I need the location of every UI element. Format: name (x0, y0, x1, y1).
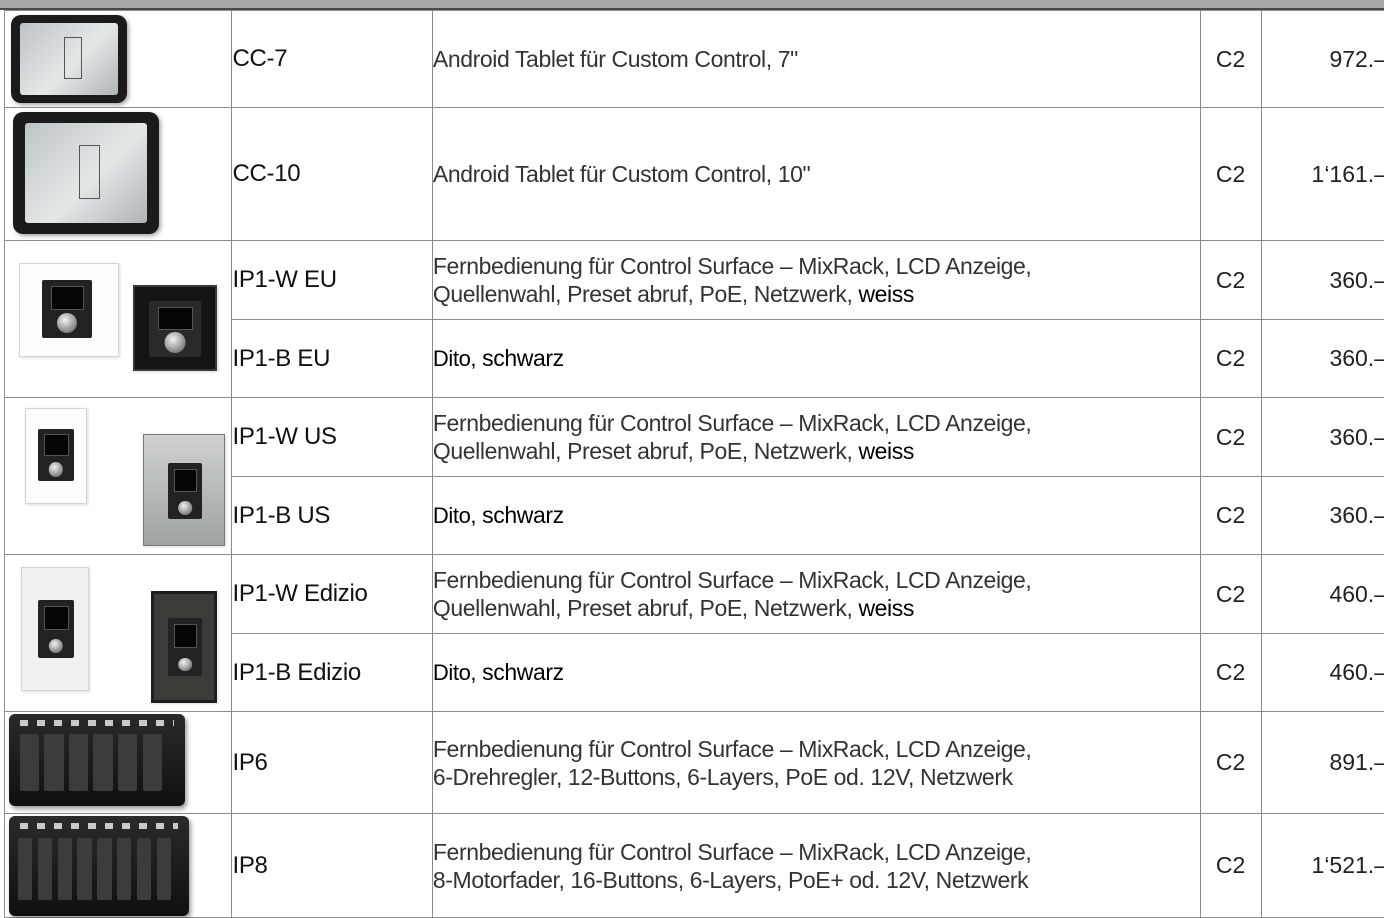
ip8-console-image (9, 816, 189, 916)
white-panel-image (19, 263, 119, 357)
product-image-cell (5, 814, 232, 918)
description-line: Quellenwahl, Preset abruf, PoE, Netzwerk… (433, 438, 853, 464)
dito-label: Dito, (433, 660, 476, 685)
silver-us-panel-image (143, 434, 225, 546)
table-row: IP8 Fernbedienung für Control Surface – … (5, 814, 1384, 918)
price: 460.– (1261, 555, 1384, 634)
white-us-panel-image (25, 408, 87, 504)
price-category: C2 (1200, 320, 1261, 398)
product-code: IP1-B EU (232, 320, 432, 398)
table-row: IP6 Fernbedienung für Control Surface – … (5, 712, 1384, 814)
color-variant: schwarz (482, 502, 564, 528)
product-image-cell (5, 11, 232, 108)
product-image-cell (5, 398, 232, 555)
product-code: IP8 (232, 814, 432, 918)
white-edizio-panel-image (21, 567, 89, 691)
table-row: CC-7 Android Tablet für Custom Control, … (5, 11, 1384, 108)
price-category: C2 (1200, 398, 1261, 477)
product-description: Fernbedienung für Control Surface – MixR… (432, 398, 1200, 477)
product-code: IP1-B US (232, 477, 432, 555)
price: 1‘161.– (1261, 108, 1384, 241)
product-description: Fernbedienung für Control Surface – MixR… (432, 814, 1200, 918)
price-category: C2 (1200, 555, 1261, 634)
table-row: CC-10 Android Tablet für Custom Control,… (5, 108, 1384, 241)
color-variant: weiss (858, 438, 914, 464)
product-image-cell (5, 555, 232, 712)
ip6-console-image (9, 714, 185, 806)
product-description: Android Tablet für Custom Control, 7" (432, 11, 1200, 108)
table-row: IP1-W Edizio Fernbedienung für Control S… (5, 555, 1384, 634)
product-code: IP1-B Edizio (232, 634, 432, 712)
product-description: Dito, schwarz (432, 477, 1200, 555)
color-variant: weiss (858, 595, 914, 621)
price-list-table: CC-7 Android Tablet für Custom Control, … (4, 10, 1384, 918)
description-line: Quellenwahl, Preset abruf, PoE, Netzwerk… (433, 281, 853, 307)
product-description: Dito, schwarz (432, 634, 1200, 712)
description-line: Fernbedienung für Control Surface – MixR… (433, 253, 1032, 279)
bronze-edizio-panel-image (151, 591, 217, 703)
tablet-image (13, 112, 159, 234)
price: 360.– (1261, 398, 1384, 477)
price-category: C2 (1200, 477, 1261, 555)
product-description: Fernbedienung für Control Surface – MixR… (432, 712, 1200, 814)
product-code: IP1-W Edizio (232, 555, 432, 634)
product-image-cell (5, 241, 232, 398)
table-row: IP1-W EU Fernbedienung für Control Surfa… (5, 241, 1384, 320)
price-category: C2 (1200, 108, 1261, 241)
price-category: C2 (1200, 712, 1261, 814)
description-line: 6-Drehregler, 12-Buttons, 6-Layers, PoE … (433, 764, 1013, 790)
dito-label: Dito, (433, 503, 476, 528)
product-code: IP6 (232, 712, 432, 814)
price: 360.– (1261, 320, 1384, 398)
price-category: C2 (1200, 11, 1261, 108)
color-variant: weiss (858, 281, 914, 307)
black-panel-image (133, 285, 217, 371)
table-header-bar (0, 0, 1384, 10)
description-line: Fernbedienung für Control Surface – MixR… (433, 410, 1032, 436)
product-image-cell (5, 712, 232, 814)
price: 1‘521.– (1261, 814, 1384, 918)
product-description: Fernbedienung für Control Surface – MixR… (432, 555, 1200, 634)
product-code: IP1-W EU (232, 241, 432, 320)
description-line: Fernbedienung für Control Surface – MixR… (433, 736, 1032, 762)
price: 360.– (1261, 241, 1384, 320)
description-line: Fernbedienung für Control Surface – MixR… (433, 567, 1032, 593)
price: 972.– (1261, 11, 1384, 108)
dito-label: Dito, (433, 346, 476, 371)
color-variant: schwarz (482, 659, 564, 685)
price: 360.– (1261, 477, 1384, 555)
color-variant: schwarz (482, 345, 564, 371)
price-category: C2 (1200, 634, 1261, 712)
product-code: IP1-W US (232, 398, 432, 477)
product-code: CC-7 (232, 11, 432, 108)
description-line: Quellenwahl, Preset abruf, PoE, Netzwerk… (433, 595, 853, 621)
price: 460.– (1261, 634, 1384, 712)
product-description: Fernbedienung für Control Surface – MixR… (432, 241, 1200, 320)
price-category: C2 (1200, 241, 1261, 320)
price: 891.– (1261, 712, 1384, 814)
table-row: IP1-W US Fernbedienung für Control Surfa… (5, 398, 1384, 477)
product-image-cell (5, 108, 232, 241)
description-line: 8-Motorfader, 16-Buttons, 6-Layers, PoE+… (433, 867, 1028, 893)
product-description: Dito, schwarz (432, 320, 1200, 398)
tablet-image (11, 15, 127, 103)
description-line: Fernbedienung für Control Surface – MixR… (433, 839, 1032, 865)
price-category: C2 (1200, 814, 1261, 918)
product-code: CC-10 (232, 108, 432, 241)
product-description: Android Tablet für Custom Control, 10" (432, 108, 1200, 241)
